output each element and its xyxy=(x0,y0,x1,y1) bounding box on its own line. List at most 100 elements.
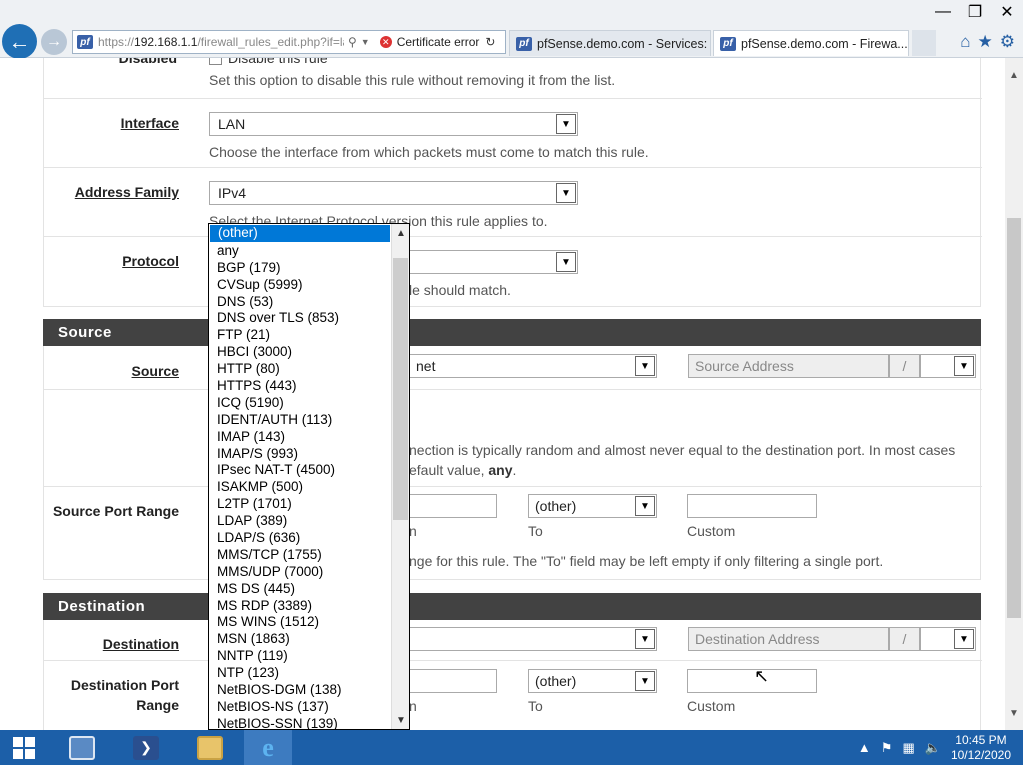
restore-icon[interactable]: ❐ xyxy=(959,0,991,24)
source-port-custom-input[interactable] xyxy=(687,494,817,518)
dropdown-option[interactable]: LDAP/S (636) xyxy=(209,530,391,547)
source-address-input[interactable]: Source Address xyxy=(688,354,889,378)
destination-type-select[interactable]: ▼ xyxy=(409,627,657,651)
dropdown-option[interactable]: IDENT/AUTH (113) xyxy=(209,412,391,429)
minimize-icon[interactable]: — xyxy=(927,0,959,24)
browser-tools: ⌂ ★ ⚙ xyxy=(960,32,1015,52)
divider xyxy=(44,98,982,99)
dropdown-option[interactable]: MS RDP (3389) xyxy=(209,598,391,615)
source-mask-select[interactable]: ▼ xyxy=(920,354,976,378)
source-port-from-input[interactable] xyxy=(409,494,497,518)
dropdown-option[interactable]: ICQ (5190) xyxy=(209,395,391,412)
dropdown-option[interactable]: NTP (123) xyxy=(209,665,391,682)
protocol-dropdown-list[interactable]: (other) any BGP (179) CVSup (5999) DNS (53) D… xyxy=(208,223,410,730)
source-slash: / xyxy=(889,354,920,378)
certificate-error[interactable]: ✕ Certificate error xyxy=(379,35,479,49)
dropdown-option[interactable]: MS WINS (1512) xyxy=(209,614,391,631)
server-manager-button[interactable] xyxy=(58,730,106,765)
volume-icon[interactable]: 🔈 xyxy=(925,740,941,756)
powershell-button[interactable]: ❯ xyxy=(122,730,170,765)
taskbar: ❯ e ▲ ⚑ ▦ 🔈 10:45 PM 10/12/2020 xyxy=(0,730,1023,765)
destination-section-header: Destination xyxy=(43,593,981,620)
scroll-thumb[interactable] xyxy=(1007,218,1021,618)
error-icon: ✕ xyxy=(379,36,392,48)
dropdown-option[interactable]: MMS/UDP (7000) xyxy=(209,564,391,581)
custom-label: Custom xyxy=(687,698,736,714)
interface-select[interactable]: LAN ▼ xyxy=(209,112,578,136)
start-button[interactable] xyxy=(0,730,48,765)
divider xyxy=(44,389,982,390)
window-controls: — ❐ ✕ xyxy=(927,0,1023,24)
new-tab-button[interactable] xyxy=(912,30,936,56)
pfsense-favicon-icon: pf xyxy=(77,35,93,49)
page-scrollbar[interactable]: ▲ ▼ xyxy=(1005,58,1023,730)
destination-address-input[interactable]: Destination Address xyxy=(688,627,889,651)
dropdown-option[interactable]: NetBIOS-DGM (138) xyxy=(209,682,391,699)
file-explorer-button[interactable] xyxy=(186,730,234,765)
chevron-down-icon: ▼ xyxy=(954,356,974,376)
tab-firewall[interactable]: pf pfSense.demo.com - Firewa... ✕ xyxy=(713,30,909,56)
dropdown-option[interactable]: NetBIOS-NS (137) xyxy=(209,699,391,716)
search-icon[interactable]: ⚲ xyxy=(348,35,357,49)
scroll-down-icon[interactable]: ▼ xyxy=(1005,704,1023,722)
dropdown-icon[interactable]: ▼ xyxy=(361,37,370,47)
back-button[interactable]: ← xyxy=(2,24,37,59)
home-icon[interactable]: ⌂ xyxy=(960,32,970,52)
dropdown-option[interactable]: LDAP (389) xyxy=(209,513,391,530)
dropdown-option[interactable]: any xyxy=(209,243,391,260)
dropdown-option[interactable]: MMS/TCP (1755) xyxy=(209,547,391,564)
settings-gear-icon[interactable]: ⚙ xyxy=(1000,32,1015,52)
scroll-down-icon[interactable]: ▼ xyxy=(392,711,409,729)
dropdown-scrollbar[interactable]: ▲ ▼ xyxy=(391,224,409,729)
interface-label: Interface xyxy=(120,115,179,131)
dropdown-option[interactable]: FTP (21) xyxy=(209,327,391,344)
close-window-icon[interactable]: ✕ xyxy=(991,0,1023,24)
chevron-down-icon: ▼ xyxy=(556,252,576,272)
destination-mask-select[interactable]: ▼ xyxy=(920,627,976,651)
address-bar[interactable]: pf https://192.168.1.1/firewall_rules_ed… xyxy=(72,30,506,54)
destination-port-to-select[interactable]: (other) ▼ xyxy=(528,669,657,693)
scroll-up-icon[interactable]: ▲ xyxy=(392,224,409,242)
clock-date: 10/12/2020 xyxy=(950,747,1011,762)
source-port-range-label: Source Port Range xyxy=(52,503,179,519)
dropdown-option[interactable]: BGP (179) xyxy=(209,260,391,277)
dropdown-option[interactable]: MS DS (445) xyxy=(209,581,391,598)
tab-services[interactable]: pf pfSense.demo.com - Services: ... xyxy=(509,30,711,56)
forward-button[interactable]: → xyxy=(41,29,67,55)
dropdown-option[interactable]: IPsec NAT-T (4500) xyxy=(209,462,391,479)
source-port-to-select[interactable]: (other) ▼ xyxy=(528,494,657,518)
dropdown-option[interactable]: CVSup (5999) xyxy=(209,277,391,294)
dropdown-option[interactable]: MSN (1863) xyxy=(209,631,391,648)
address-family-select[interactable]: IPv4 ▼ xyxy=(209,181,578,205)
dropdown-option[interactable]: DNS over TLS (853) xyxy=(209,310,391,327)
action-center-flag-icon[interactable]: ⚑ xyxy=(881,740,893,756)
interface-help: Choose the interface from which packets … xyxy=(209,144,649,160)
divider xyxy=(44,660,982,661)
scroll-up-icon[interactable]: ▲ xyxy=(1005,66,1023,84)
dropdown-option[interactable]: IMAP (143) xyxy=(209,429,391,446)
dropdown-option[interactable]: IMAP/S (993) xyxy=(209,446,391,463)
destination-port-custom-input[interactable] xyxy=(687,669,817,693)
dropdown-option[interactable]: L2TP (1701) xyxy=(209,496,391,513)
dropdown-option[interactable]: ISAKMP (500) xyxy=(209,479,391,496)
disabled-checkbox-row: Disable this rule xyxy=(209,58,328,66)
dropdown-option[interactable]: NetBIOS-SSN (139) xyxy=(209,716,391,729)
internet-explorer-button[interactable]: e xyxy=(244,730,292,765)
disabled-checkbox[interactable] xyxy=(209,58,222,65)
clock[interactable]: 10:45 PM 10/12/2020 xyxy=(951,733,1011,763)
source-port-help-2: efault value, any. xyxy=(409,462,517,478)
dropdown-option[interactable]: DNS (53) xyxy=(209,294,391,311)
clock-time: 10:45 PM xyxy=(955,732,1007,747)
divider xyxy=(44,236,982,237)
dropdown-option[interactable]: HTTP (80) xyxy=(209,361,391,378)
favorites-star-icon[interactable]: ★ xyxy=(978,32,993,52)
dropdown-option[interactable]: (other) xyxy=(210,225,390,242)
dropdown-option[interactable]: HTTPS (443) xyxy=(209,378,391,395)
destination-port-from-input[interactable] xyxy=(409,669,497,693)
dropdown-option[interactable]: NNTP (119) xyxy=(209,648,391,665)
network-icon[interactable]: ▦ xyxy=(902,740,914,756)
show-hidden-icons-icon[interactable]: ▲ xyxy=(858,740,871,755)
scroll-thumb[interactable] xyxy=(393,258,408,520)
dropdown-option[interactable]: HBCI (3000) xyxy=(209,344,391,361)
refresh-icon[interactable]: ↻ xyxy=(485,35,495,49)
